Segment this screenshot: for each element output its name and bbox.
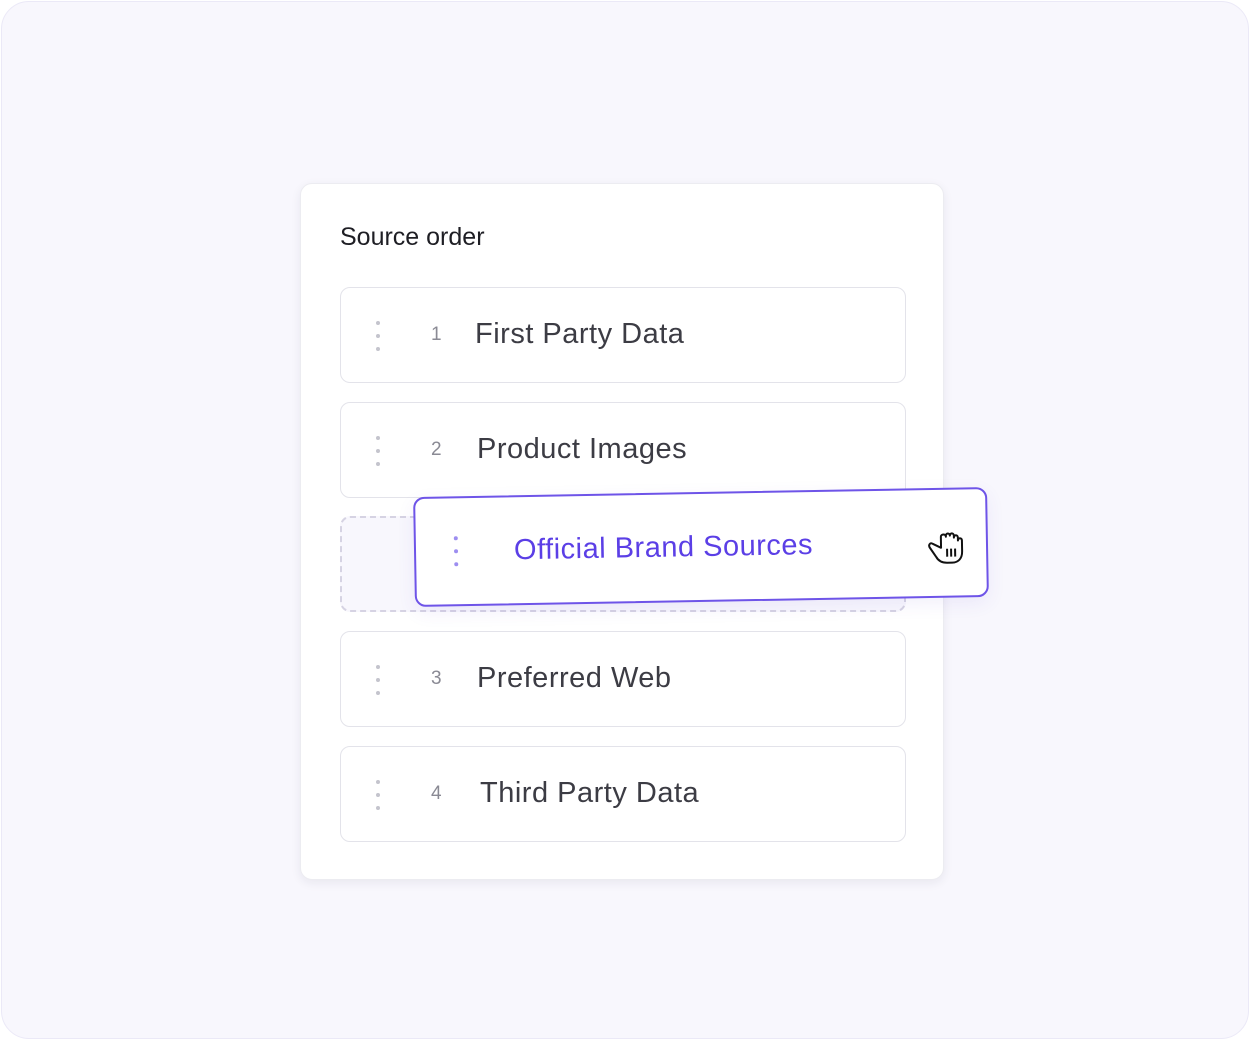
source-rank: 1 bbox=[431, 324, 442, 345]
panel-title: Source order bbox=[340, 223, 485, 251]
drag-handle-icon[interactable] bbox=[374, 665, 382, 695]
canvas-background: Source order 1 First Party Data 2 Produc… bbox=[1, 1, 1249, 1039]
dragged-source-label: Official Brand Sources bbox=[513, 529, 814, 567]
drag-handle-icon[interactable] bbox=[374, 780, 382, 810]
grab-hand-icon bbox=[928, 532, 964, 564]
source-label: First Party Data bbox=[475, 318, 685, 350]
source-row[interactable]: 2 Product Images bbox=[340, 402, 906, 498]
source-row[interactable]: 3 Preferred Web bbox=[340, 631, 906, 727]
source-row[interactable]: 1 First Party Data bbox=[340, 287, 906, 383]
source-label: Preferred Web bbox=[477, 662, 672, 694]
source-row[interactable]: 4 Third Party Data bbox=[340, 746, 906, 842]
source-rank: 4 bbox=[431, 783, 442, 804]
source-label: Third Party Data bbox=[480, 777, 700, 809]
drag-handle-icon[interactable] bbox=[452, 536, 461, 567]
source-label: Product Images bbox=[477, 433, 688, 465]
drag-handle-icon[interactable] bbox=[374, 321, 382, 351]
dragged-source-row[interactable]: Official Brand Sources bbox=[413, 486, 989, 608]
drag-handle-icon[interactable] bbox=[374, 436, 382, 466]
source-rank: 3 bbox=[431, 668, 442, 689]
source-rank: 2 bbox=[431, 439, 442, 460]
